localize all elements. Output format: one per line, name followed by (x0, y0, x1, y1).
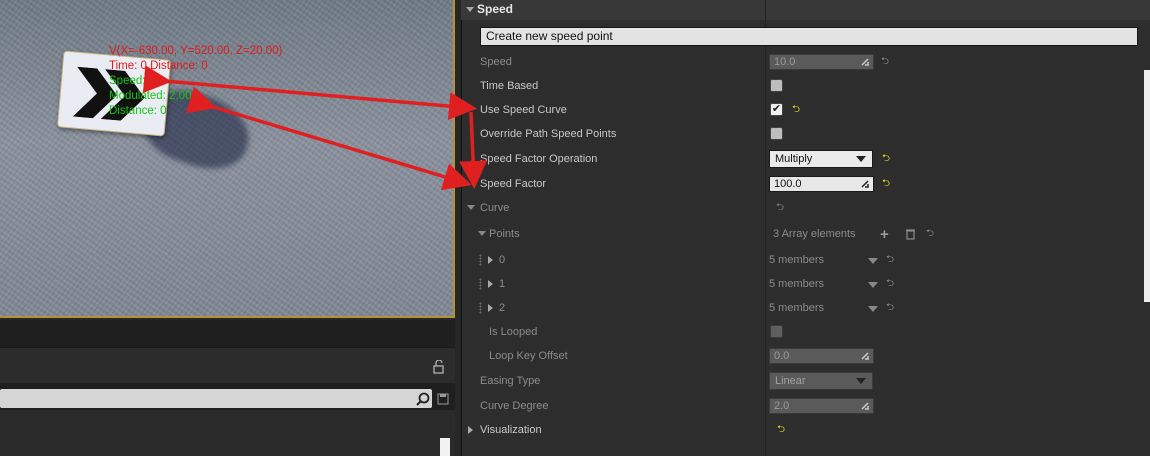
add-element-icon[interactable]: + (880, 226, 889, 243)
debug-modulated: Modulated: 2,000 (109, 90, 198, 102)
collapse-arrow-icon[interactable] (467, 205, 475, 210)
save-icon[interactable] (437, 393, 449, 405)
is-looped-label: Is Looped (489, 326, 538, 338)
override-path-label: Override Path Speed Points (480, 128, 617, 140)
chevron-down-icon[interactable] (868, 306, 878, 312)
reset-icon[interactable]: ⮌ (792, 105, 801, 115)
speed-factor-label: Speed Factor (480, 178, 547, 190)
reset-icon[interactable]: ⮌ (886, 279, 895, 289)
curve-label: Curve (480, 202, 510, 214)
chevron-down-icon[interactable] (868, 258, 878, 264)
use-speed-curve-checkbox[interactable]: ✔ (770, 103, 783, 116)
reset-icon[interactable]: ⮌ (776, 203, 785, 213)
debug-location: V(X=-630.00, Y=520.00, Z=20.00) (109, 45, 283, 57)
expand-arrow-icon[interactable] (488, 304, 493, 312)
visualization-label: Visualization (480, 424, 542, 436)
loop-key-offset-field[interactable]: 0.0 (769, 348, 874, 364)
viewport-debug-text: V(X=-630.00, Y=520.00, Z=20.00) Time: 0 … (109, 44, 282, 119)
time-based-label: Time Based (480, 80, 539, 92)
point-index: 1 (499, 278, 506, 290)
lower-left-toolbar (0, 347, 455, 383)
create-speed-point-button[interactable]: Create new speed point (480, 27, 1138, 46)
points-count: 3 Array elements (773, 228, 856, 240)
speed-section-header[interactable]: Speed (461, 0, 1150, 20)
point-members: 5 members (769, 254, 825, 266)
trash-icon[interactable] (905, 228, 916, 240)
drag-spin-icon (861, 180, 869, 188)
curve-degree-field[interactable]: 2.0 (769, 398, 874, 414)
chevron-down-icon (856, 378, 866, 384)
drag-handle-icon[interactable] (479, 302, 482, 314)
drag-spin-icon (861, 402, 869, 410)
is-looped-checkbox[interactable] (770, 325, 783, 338)
override-path-checkbox[interactable] (770, 127, 783, 140)
speed-factor-operation-combo[interactable]: Multiply (769, 150, 873, 168)
debug-time-distance: Time: 0 Distance: 0 (109, 60, 208, 72)
reset-icon[interactable]: ⮌ (882, 179, 891, 189)
expand-arrow-icon[interactable] (488, 256, 493, 264)
speed-factor-operation-label: Speed Factor Operation (480, 153, 598, 165)
loop-key-offset-label: Loop Key Offset (489, 350, 568, 362)
collapse-arrow-icon[interactable] (466, 7, 474, 12)
time-based-checkbox[interactable] (770, 79, 783, 92)
reset-icon[interactable]: ⮌ (881, 57, 890, 67)
reset-icon[interactable]: ⮌ (926, 229, 935, 239)
column-divider[interactable] (765, 0, 766, 456)
reset-icon[interactable]: ⮌ (777, 425, 786, 435)
reset-icon[interactable]: ⮌ (886, 303, 895, 313)
level-viewport[interactable]: V(X=-630.00, Y=520.00, Z=20.00) Time: 0 … (0, 0, 455, 318)
speed-field[interactable]: 10.0 (769, 54, 874, 70)
drag-handle-icon[interactable] (479, 254, 482, 266)
lock-icon[interactable] (433, 360, 445, 374)
point-index: 0 (499, 254, 506, 266)
section-title: Speed (477, 2, 514, 16)
point-index: 2 (499, 302, 506, 314)
chevron-down-icon[interactable] (868, 282, 878, 288)
speed-label: Speed (480, 56, 512, 68)
use-speed-curve-label: Use Speed Curve (480, 104, 567, 116)
speed-factor-field[interactable]: 100.0 (769, 176, 874, 192)
expand-arrow-icon[interactable] (468, 426, 473, 434)
reset-icon[interactable]: ⮌ (886, 255, 895, 265)
debug-speed: Speed: 20 (109, 75, 162, 87)
chevron-down-icon (856, 156, 866, 162)
collapse-arrow-icon[interactable] (478, 231, 486, 236)
lower-left-list (0, 410, 455, 456)
point-members: 5 members (769, 302, 825, 314)
drag-handle-icon[interactable] (479, 278, 482, 290)
lower-left-search-input[interactable] (0, 389, 432, 408)
search-icon[interactable] (416, 392, 430, 406)
easing-type-combo[interactable]: Linear (769, 372, 873, 390)
drag-spin-icon (861, 352, 869, 360)
curve-degree-label: Curve Degree (480, 400, 549, 412)
point-members: 5 members (769, 278, 825, 290)
details-scrollbar-thumb[interactable] (1144, 70, 1150, 302)
drag-spin-icon (861, 58, 869, 66)
scrollbar-thumb[interactable] (440, 438, 450, 456)
reset-icon[interactable]: ⮌ (882, 154, 891, 164)
expand-arrow-icon[interactable] (488, 280, 493, 288)
points-label: Points (489, 228, 520, 240)
debug-distance: Distance: 0 (109, 105, 167, 117)
easing-type-label: Easing Type (480, 375, 541, 387)
